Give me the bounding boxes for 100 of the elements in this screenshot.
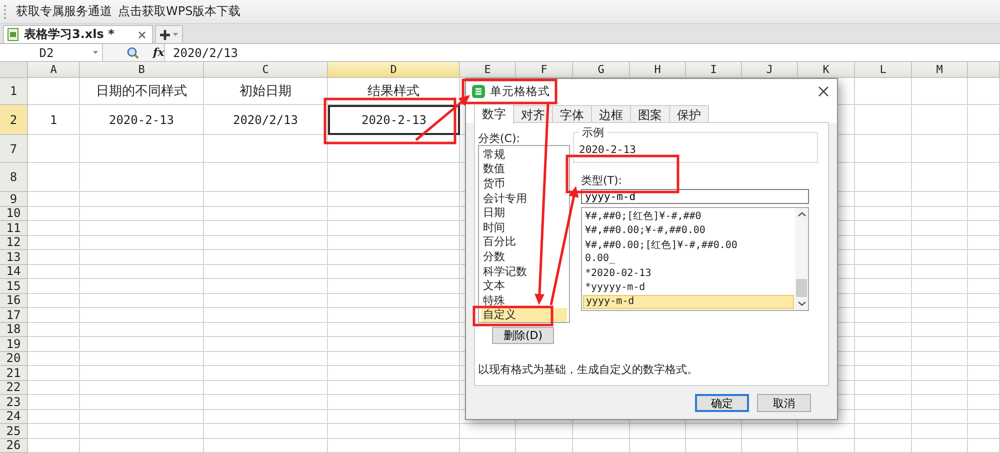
row-header[interactable]: 23 (0, 395, 28, 410)
type-field[interactable]: yyyy-m-d (581, 189, 809, 204)
table-cell[interactable] (80, 366, 204, 380)
row-header[interactable]: 26 (0, 438, 28, 453)
table-cell[interactable] (912, 380, 968, 395)
table-cell[interactable] (855, 135, 912, 163)
table-cell[interactable] (968, 192, 1000, 206)
table-cell[interactable] (328, 337, 460, 352)
format-item[interactable]: 0.00_ (583, 252, 794, 266)
format-item[interactable]: *2020-02-13 (583, 266, 794, 280)
row-header[interactable]: 12 (0, 236, 28, 250)
table-cell[interactable] (328, 380, 460, 395)
table-cell[interactable] (328, 322, 460, 337)
table-cell[interactable] (798, 438, 855, 453)
row-header[interactable]: 22 (0, 380, 28, 395)
table-cell[interactable] (516, 424, 573, 438)
row-header[interactable]: 2 (0, 105, 28, 135)
column-header[interactable]: M (912, 62, 968, 78)
table-cell[interactable] (912, 279, 968, 294)
table-cell[interactable] (328, 236, 460, 250)
table-cell[interactable] (28, 366, 80, 380)
toolbar-link[interactable]: 获取专属服务通道 (16, 3, 112, 20)
table-cell[interactable] (28, 206, 80, 221)
category-item[interactable]: 百分比 (481, 234, 567, 250)
table-cell[interactable] (855, 410, 912, 424)
table-cell[interactable] (855, 352, 912, 366)
table-cell[interactable] (80, 438, 204, 453)
table-cell[interactable] (742, 424, 798, 438)
table-cell[interactable] (28, 395, 80, 410)
column-header[interactable]: L (855, 62, 912, 78)
table-cell[interactable] (968, 78, 1000, 105)
table-cell[interactable] (855, 294, 912, 308)
table-cell[interactable] (968, 424, 1000, 438)
row-header[interactable]: 9 (0, 192, 28, 206)
table-cell[interactable] (204, 322, 328, 337)
table-cell[interactable] (968, 322, 1000, 337)
table-cell[interactable] (28, 337, 80, 352)
table-cell[interactable] (80, 236, 204, 250)
table-cell[interactable] (80, 424, 204, 438)
scrollbar-thumb[interactable] (796, 279, 807, 297)
table-cell[interactable] (912, 221, 968, 236)
table-cell[interactable] (28, 250, 80, 264)
table-cell[interactable] (686, 438, 742, 453)
table-cell[interactable] (630, 438, 686, 453)
table-cell[interactable] (80, 192, 204, 206)
table-cell[interactable] (80, 135, 204, 163)
table-cell[interactable] (968, 163, 1000, 192)
table-cell[interactable] (204, 294, 328, 308)
cancel-button[interactable]: 取消 (757, 394, 811, 412)
table-cell[interactable] (328, 294, 460, 308)
table-cell[interactable] (328, 410, 460, 424)
table-cell[interactable] (912, 105, 968, 135)
table-cell[interactable] (855, 78, 912, 105)
table-cell[interactable] (855, 424, 912, 438)
table-cell[interactable] (204, 395, 328, 410)
column-header[interactable]: D (328, 62, 460, 78)
row-header[interactable]: 11 (0, 221, 28, 236)
table-cell[interactable] (855, 221, 912, 236)
table-cell[interactable] (855, 264, 912, 279)
table-cell[interactable] (855, 366, 912, 380)
row-header[interactable]: 25 (0, 424, 28, 438)
row-header[interactable]: 18 (0, 322, 28, 337)
table-cell[interactable] (28, 380, 80, 395)
table-cell[interactable] (204, 352, 328, 366)
row-header[interactable]: 15 (0, 279, 28, 294)
category-item[interactable]: 分数 (481, 249, 567, 264)
dialog-tab[interactable]: 数字 (474, 104, 514, 124)
table-cell[interactable] (204, 337, 328, 352)
table-cell[interactable] (28, 308, 80, 322)
table-cell[interactable] (855, 236, 912, 250)
table-cell[interactable] (204, 206, 328, 221)
table-cell[interactable] (968, 337, 1000, 352)
table-cell[interactable]: 1 (28, 105, 80, 135)
column-header[interactable]: G (573, 62, 630, 78)
category-item[interactable]: 会计专用 (481, 190, 567, 206)
table-cell[interactable] (80, 410, 204, 424)
table-cell[interactable] (912, 395, 968, 410)
table-cell[interactable] (28, 221, 80, 236)
table-cell[interactable] (204, 192, 328, 206)
table-cell[interactable] (328, 264, 460, 279)
category-item[interactable]: 日期 (481, 205, 567, 220)
column-header[interactable]: I (686, 62, 742, 78)
table-cell[interactable] (855, 250, 912, 264)
table-cell[interactable] (460, 424, 516, 438)
table-cell[interactable] (912, 135, 968, 163)
column-header[interactable]: K (798, 62, 855, 78)
table-cell[interactable] (968, 380, 1000, 395)
table-cell[interactable] (968, 206, 1000, 221)
format-item[interactable]: ¥#,##0;[红色]¥-#,##0 (583, 209, 794, 224)
table-cell[interactable] (28, 264, 80, 279)
table-cell[interactable] (968, 236, 1000, 250)
format-item[interactable]: ¥#,##0.00;[红色]¥-#,##0.00 (583, 238, 794, 252)
table-cell[interactable] (328, 221, 460, 236)
table-cell[interactable] (912, 192, 968, 206)
new-tab-button[interactable] (155, 25, 183, 43)
column-header[interactable]: J (742, 62, 798, 78)
table-cell[interactable] (328, 366, 460, 380)
format-item[interactable]: ¥#,##0.00;¥-#,##0.00 (583, 223, 794, 238)
table-cell[interactable]: 2020-2-13 (80, 105, 204, 135)
format-item[interactable]: yyyy-m-d (583, 294, 794, 310)
